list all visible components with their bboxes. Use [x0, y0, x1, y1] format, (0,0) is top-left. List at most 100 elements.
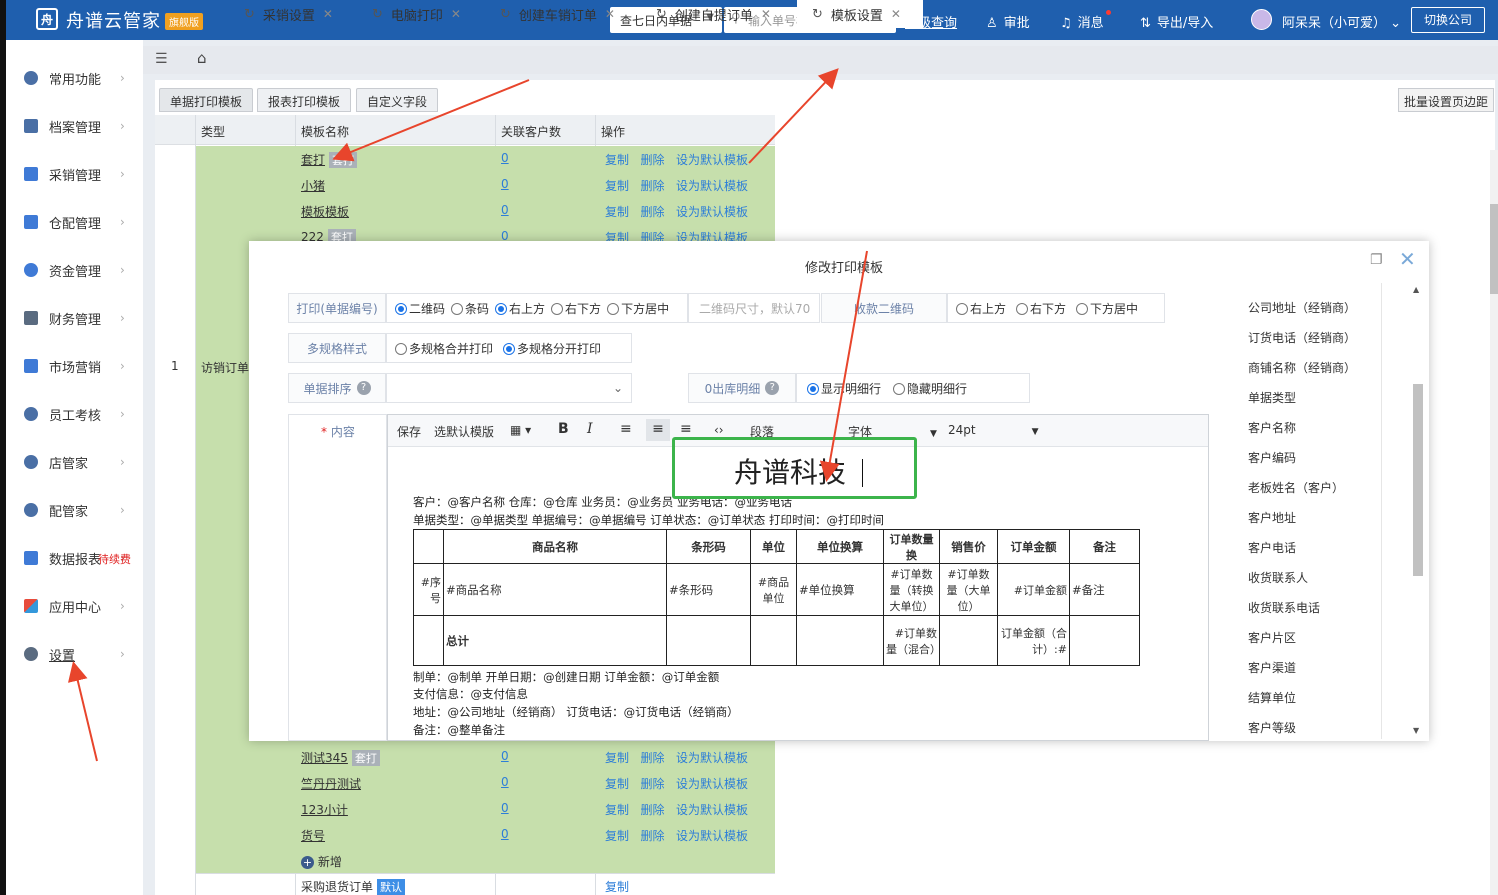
delete-link[interactable]: 删除 — [640, 777, 664, 791]
scroll-thumb[interactable] — [1490, 204, 1498, 294]
copy-link[interactable]: 复制 — [605, 777, 629, 791]
maximize-icon[interactable]: ❐ — [1370, 252, 1383, 268]
radio-bottom-center[interactable]: 下方居中 — [607, 300, 669, 317]
tab-template-settings[interactable]: ↻ 模板设置 ✕ — [797, 0, 923, 28]
sort-select[interactable]: ⌄ — [386, 373, 632, 403]
qr-size-input[interactable]: 二维码尺寸，默认70 — [688, 293, 820, 323]
set-default-link[interactable]: 设为默认模板 — [676, 803, 748, 817]
radio-pay-top-right[interactable]: 右上方 — [956, 300, 1006, 317]
messages-link[interactable]: ♫ 消息 — [1060, 12, 1104, 31]
radio-merge-spec[interactable]: 多规格合并打印 — [395, 340, 493, 357]
font-size-select[interactable]: 24pt ▼ — [948, 423, 1039, 437]
close-icon[interactable]: ✕ — [1399, 247, 1416, 271]
save-button[interactable]: 保存 — [397, 423, 421, 440]
list-item[interactable]: 采购退货订单 默认 — [301, 878, 406, 895]
field-item[interactable]: 客户名称 — [1248, 419, 1296, 436]
avatar[interactable] — [1251, 9, 1272, 30]
align-center-icon[interactable]: ≡ — [646, 419, 670, 441]
set-default-link[interactable]: 设为默认模板 — [676, 179, 748, 193]
sidebar-item-staff[interactable]: 员工考核 › — [6, 390, 143, 438]
radio-qrcode[interactable]: 二维码 — [395, 300, 445, 317]
field-list-scrollbar[interactable] — [1412, 300, 1424, 724]
close-icon[interactable]: ✕ — [605, 7, 615, 21]
field-item[interactable]: 客户编码 — [1248, 449, 1296, 466]
refresh-icon[interactable]: ↻ — [812, 7, 823, 22]
tab-create-van-order[interactable]: ↻ 创建车销订单 ✕ — [500, 0, 615, 28]
sidebar-item-finance[interactable]: 财务管理 › — [6, 294, 143, 342]
radio-show-detail[interactable]: 显示明细行 — [807, 380, 881, 397]
field-item[interactable]: 客户渠道 — [1248, 659, 1296, 676]
tab-pc-print[interactable]: ↻ 电脑打印 ✕ — [372, 0, 461, 28]
tab-purchase-settings[interactable]: ↻ 采销设置 ✕ — [244, 0, 333, 28]
set-default-link[interactable]: 设为默认模板 — [676, 751, 748, 765]
delete-link[interactable]: 删除 — [640, 829, 664, 843]
copy-link[interactable]: 复制 — [605, 205, 629, 219]
help-icon[interactable]: ? — [765, 381, 780, 395]
field-item[interactable]: 单据类型 — [1248, 389, 1296, 406]
delete-link[interactable]: 删除 — [640, 803, 664, 817]
sidebar-item-archive[interactable]: 档案管理 › — [6, 102, 143, 150]
refresh-icon[interactable]: ↻ — [244, 7, 255, 22]
code-icon[interactable]: ‹› — [714, 423, 724, 437]
delete-link[interactable]: 删除 — [640, 179, 664, 193]
set-default-link[interactable]: 设为默认模板 — [676, 153, 748, 167]
scroll-thumb[interactable] — [1413, 384, 1423, 576]
list-item[interactable]: 123小计 — [301, 801, 348, 818]
close-icon[interactable]: ✕ — [451, 7, 461, 21]
collapse-menu-icon[interactable]: ☰ — [155, 51, 168, 67]
field-item[interactable]: 订货电话（经销商） — [1248, 329, 1356, 346]
close-icon[interactable]: ✕ — [323, 7, 333, 21]
field-item[interactable]: 客户地址 — [1248, 509, 1296, 526]
copy-link[interactable]: 复制 — [605, 153, 629, 167]
list-item[interactable]: 小猪 — [301, 177, 325, 194]
list-item[interactable]: 模板模板 — [301, 203, 349, 220]
tab-create-pickup-order[interactable]: ↻ 创建自提订单 ✕ — [656, 0, 771, 28]
sidebar-item-store-manager[interactable]: 店管家 › — [6, 438, 143, 486]
list-item[interactable]: 测试345 套打 — [301, 749, 380, 766]
field-item[interactable]: 收货联系电话 — [1248, 599, 1320, 616]
align-right-icon[interactable]: ≡ — [680, 421, 692, 437]
list-item[interactable]: 货号 — [301, 827, 325, 844]
copy-link[interactable]: 复制 — [605, 803, 629, 817]
sidebar-item-purchase-sales[interactable]: 采销管理 › — [6, 150, 143, 198]
sidebar-item-app-center[interactable]: 应用中心 › — [6, 582, 143, 630]
refresh-icon[interactable]: ↻ — [372, 7, 383, 22]
set-default-link[interactable]: 设为默认模板 — [676, 829, 748, 843]
radio-barcode[interactable]: 条码 — [451, 300, 489, 317]
sidebar-item-settings[interactable]: 设置 › — [6, 630, 143, 678]
copy-link[interactable]: 复制 — [605, 878, 629, 895]
sidebar-item-common[interactable]: 常用功能 › — [6, 54, 143, 102]
page-scrollbar[interactable] — [1490, 150, 1498, 895]
field-item[interactable]: 商铺名称（经销商） — [1248, 359, 1356, 376]
subtab-document-templates[interactable]: 单据打印模板 — [159, 88, 254, 112]
customer-count-link[interactable]: 0 — [501, 203, 509, 217]
sidebar-item-funds[interactable]: 资金管理 › — [6, 246, 143, 294]
customer-count-link[interactable]: 0 — [501, 151, 509, 165]
customer-count-link[interactable]: 0 — [501, 177, 509, 191]
field-item[interactable]: 收货联系人 — [1248, 569, 1308, 586]
field-item[interactable]: 结算单位 — [1248, 689, 1296, 706]
radio-bottom-right[interactable]: 右下方 — [551, 300, 601, 317]
subtab-report-templates[interactable]: 报表打印模板 — [257, 88, 352, 112]
field-item[interactable]: 客户片区 — [1248, 629, 1296, 646]
customer-count-link[interactable]: 0 — [501, 827, 509, 841]
copy-link[interactable]: 复制 — [605, 179, 629, 193]
set-default-link[interactable]: 设为默认模板 — [676, 205, 748, 219]
close-icon[interactable]: ✕ — [761, 7, 771, 21]
bold-icon[interactable]: B — [558, 421, 569, 437]
user-menu[interactable]: 阿呆呆（小可爱） ⌄ — [1282, 12, 1401, 31]
radio-split-spec[interactable]: 多规格分开打印 — [503, 340, 601, 357]
customer-count-link[interactable]: 0 — [501, 749, 509, 763]
help-icon[interactable]: ? — [356, 381, 371, 395]
scroll-up-icon[interactable]: ▲ — [1413, 285, 1419, 294]
close-icon[interactable]: ✕ — [891, 7, 901, 21]
set-default-link[interactable]: 设为默认模板 — [676, 777, 748, 791]
approval-link[interactable]: ♙ 审批 — [986, 12, 1030, 31]
field-item[interactable]: 老板姓名（客户） — [1248, 479, 1344, 496]
list-item[interactable]: 竺丹丹测试 — [301, 775, 361, 792]
delete-link[interactable]: 删除 — [640, 751, 664, 765]
table-icon[interactable]: ▦ ▾ — [510, 423, 531, 437]
delete-link[interactable]: 删除 — [640, 153, 664, 167]
field-item[interactable]: 客户电话 — [1248, 539, 1296, 556]
radio-pay-bottom-center[interactable]: 下方居中 — [1076, 300, 1138, 317]
